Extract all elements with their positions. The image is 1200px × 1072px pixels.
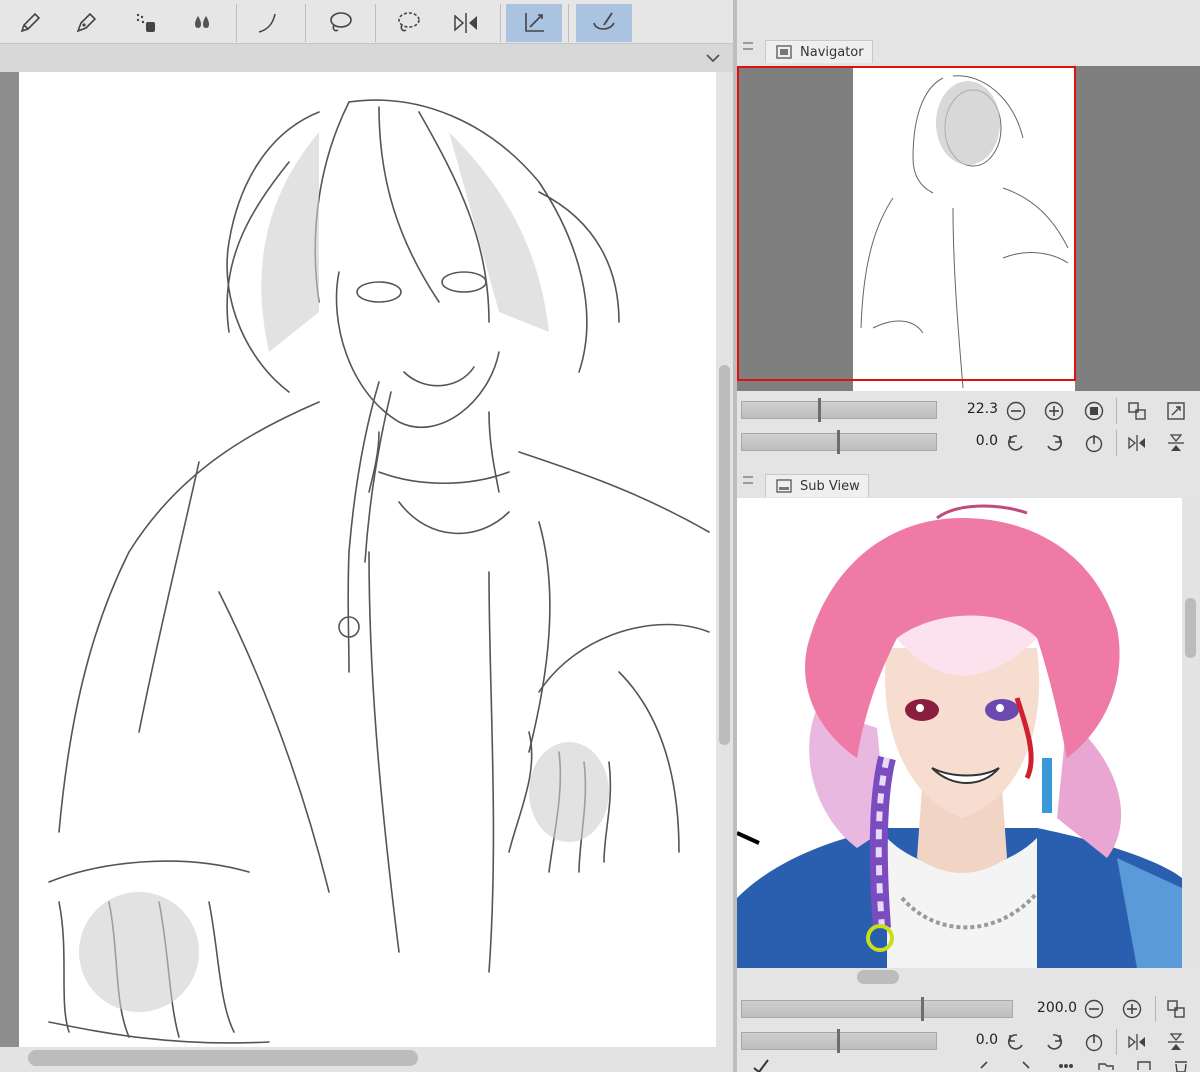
navigator-rotate-slider-thumb[interactable] [837,430,840,454]
chevron-down-icon[interactable] [704,52,722,64]
flip-horizontal-icon[interactable] [1126,1031,1148,1053]
arrow-right-icon[interactable] [1017,1058,1033,1072]
subview-controls: 200.0 0.0 [737,968,1200,1072]
toolbar-separator [568,4,569,42]
navigator-tab-label: Navigator [800,44,864,60]
curve-icon [258,13,276,33]
pencil-tool-button[interactable] [2,4,58,42]
subview-zoom-value[interactable]: 200.0 [1021,1000,1077,1016]
trash-icon[interactable] [1172,1058,1190,1072]
subview-icon [776,479,792,493]
panel-grip-icon[interactable] [743,42,753,50]
navigator-header: Navigator [737,0,1200,66]
toolbar-separator [375,4,376,42]
pen-tool-button[interactable] [58,4,114,42]
fit-stop-icon[interactable] [1083,400,1105,422]
arrow-left-icon[interactable] [977,1058,993,1072]
subview-horizontal-scroll-thumb[interactable] [857,970,899,984]
lasso-fill-icon [398,12,420,32]
navigator-controls: 22.3 0.0 [737,391,1200,466]
canvas-header-bar [0,44,733,72]
fit-to-window-icon[interactable] [1126,400,1148,422]
toolbar-separator [305,4,306,42]
fit-navigator-icon[interactable] [1165,400,1187,422]
lasso-tool-button[interactable] [312,4,368,42]
navigator-icon [776,45,792,59]
curve-tool-button[interactable] [240,4,296,42]
flip-vertical-icon[interactable] [1165,432,1187,454]
zoom-in-icon[interactable] [1121,998,1143,1020]
toolbar-separator [500,4,501,42]
navigator-zoom-value[interactable]: 22.3 [952,401,998,417]
pencil-icon [20,12,41,33]
subview-header: Sub View [737,466,1200,498]
subview-vertical-scrollbar[interactable] [1182,498,1200,968]
zoom-out-icon[interactable] [1083,998,1105,1020]
reset-rotation-icon[interactable] [1083,432,1105,454]
flip-tool-button[interactable] [438,4,494,42]
open-image-icon[interactable] [1097,1058,1115,1072]
tab-navigator[interactable]: Navigator [765,40,873,63]
rotate-left-icon[interactable] [1005,432,1027,454]
navigator-zoom-slider-thumb[interactable] [818,398,821,422]
tool-toolbar [0,0,733,44]
subview-bottom-toolbar [737,1058,1200,1072]
subview-vertical-scroll-thumb[interactable] [1185,598,1196,658]
subview-rotate-slider-thumb[interactable] [837,1029,840,1053]
correct-line-tool-button[interactable] [576,4,632,42]
lasso-fill-tool-button[interactable] [380,4,436,42]
sketch-artwork [48,99,710,1044]
check-icon[interactable] [751,1058,771,1072]
subview-image[interactable] [737,498,1182,968]
subview-zoom-slider[interactable] [741,1000,1013,1018]
pen-icon [76,12,97,33]
flip-horizontal-icon [454,13,477,33]
water-drops-icon [195,16,209,28]
toolbar-separator [236,4,237,42]
zoom-out-icon[interactable] [1005,400,1027,422]
controls-separator [1116,1029,1117,1055]
subview-zoom-slider-thumb[interactable] [921,997,924,1021]
panel-grip-icon[interactable] [743,476,753,484]
subview-tab-label: Sub View [800,478,860,494]
airbrush-tool-button[interactable] [118,4,174,42]
canvas-horizontal-scroll-thumb[interactable] [28,1050,418,1066]
reference-character-image [737,504,1182,968]
flip-horizontal-icon[interactable] [1126,432,1148,454]
correct-line-icon [593,12,615,30]
navigator-preview[interactable] [737,66,1200,391]
canvas-vertical-scroll-thumb[interactable] [719,365,730,745]
canvas-paper[interactable] [19,72,716,1047]
controls-separator [1155,996,1156,1022]
subview-rotation-value[interactable]: 0.0 [952,1032,998,1048]
lasso-icon [330,12,352,32]
rotate-right-icon[interactable] [1043,432,1065,454]
navigator-zoom-slider[interactable] [741,401,937,419]
flip-vertical-icon[interactable] [1165,1031,1187,1053]
navigator-rotation-value[interactable]: 0.0 [952,433,998,449]
vector-eraser-icon [525,13,544,32]
reset-rotation-icon[interactable] [1083,1031,1105,1053]
airbrush-icon [136,13,155,32]
vector-eraser-tool-button[interactable] [506,4,562,42]
rotate-left-icon[interactable] [1005,1031,1027,1053]
controls-separator [1116,398,1117,424]
more-icon[interactable] [1057,1058,1075,1072]
zoom-in-icon[interactable] [1043,400,1065,422]
fit-to-window-icon[interactable] [1165,998,1187,1020]
controls-separator [1116,430,1117,456]
blend-tool-button[interactable] [174,4,230,42]
edit-icon[interactable] [1135,1058,1153,1072]
navigator-view-frame[interactable] [737,66,1076,381]
tab-sub-view[interactable]: Sub View [765,474,869,497]
rotate-right-icon[interactable] [1043,1031,1065,1053]
